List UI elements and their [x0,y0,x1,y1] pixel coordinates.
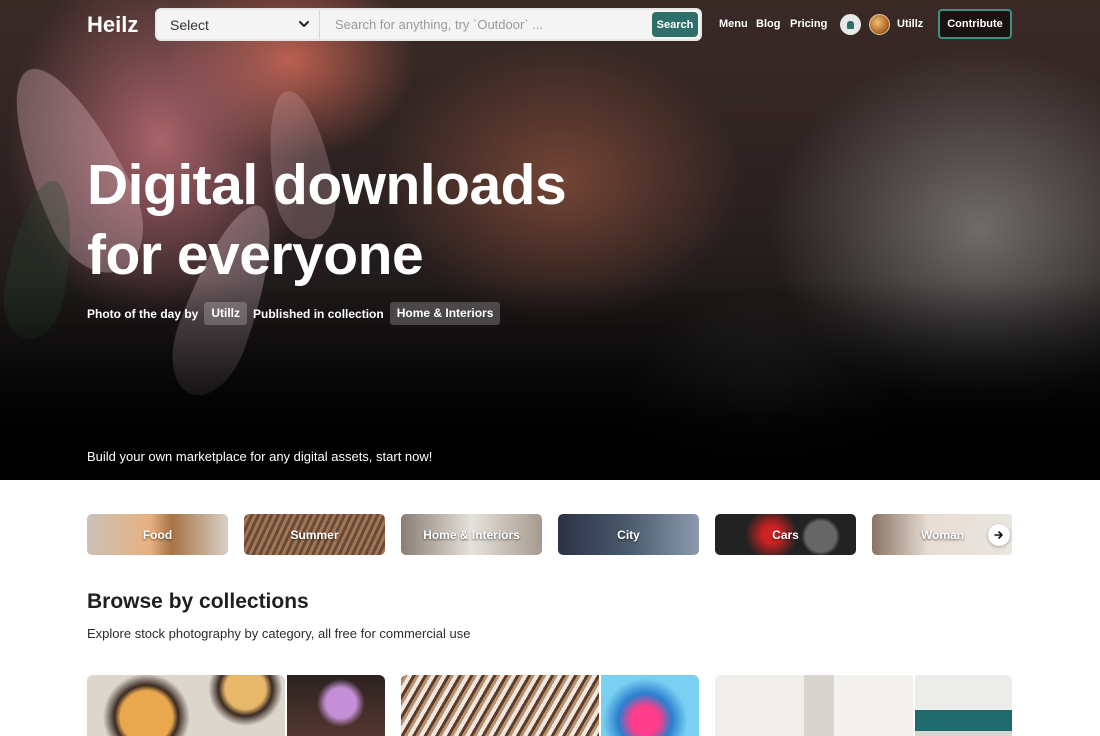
bell-icon[interactable] [840,14,861,35]
photo-of-day-credit: Photo of the day by Utillz Published in … [87,302,506,325]
collection-thumbnail[interactable] [87,675,285,736]
chevron-down-icon [299,21,309,27]
nav-link-blog[interactable]: Blog [756,18,780,30]
browse-collections-title: Browse by collections [87,590,309,613]
collection-thumbnail[interactable] [287,675,385,736]
hero-headline: Digital downloads for everyone [87,150,647,290]
category-card-food[interactable]: Food [87,514,228,555]
carousel-next-button[interactable] [988,524,1010,546]
category-card-city[interactable]: City [558,514,699,555]
category-select-label: Select [170,17,209,33]
category-label: Summer [290,527,339,542]
collection-thumbnail[interactable] [715,675,913,736]
category-select[interactable]: Select [157,10,320,39]
top-navbar: Heilz Select Search Menu Blog Pricing Ut… [0,0,1100,50]
hero-headline-line2: for everyone [87,223,424,287]
credit-prefix: Photo of the day by [87,306,199,321]
category-card-cars[interactable]: Cars [715,514,856,555]
credit-author-link[interactable]: Utillz [204,302,248,325]
category-label: City [617,527,640,542]
category-label: Cars [772,527,799,542]
category-label: Food [142,527,173,542]
hero-tagline: Build your own marketplace for any digit… [87,449,433,464]
collection-thumbnail[interactable] [601,675,699,736]
hero-headline-line1: Digital downloads [87,153,567,217]
contribute-button[interactable]: Contribute [938,9,1012,39]
category-carousel: Food Summer Home & Interiors City Cars W… [87,514,1012,556]
nav-link-menu[interactable]: Menu [719,18,748,30]
credit-middle: Published in collection [253,306,384,321]
search-bar: Select Search [155,8,702,41]
nav-link-pricing[interactable]: Pricing [790,18,827,30]
collection-thumbnail[interactable] [401,675,599,736]
category-label: Home & Interiors [423,527,520,542]
bell-glyph [847,20,854,29]
search-input[interactable] [321,10,641,39]
browse-collections-subtitle: Explore stock photography by category, a… [87,626,471,641]
category-card-home-interiors[interactable]: Home & Interiors [401,514,542,555]
credit-collection-link[interactable]: Home & Interiors [389,302,501,325]
avatar[interactable] [869,14,890,35]
user-name[interactable]: Utillz [897,18,923,30]
arrow-right-icon [994,531,1003,539]
category-card-summer[interactable]: Summer [244,514,385,555]
site-logo[interactable]: Heilz [87,12,138,38]
category-label: Woman [920,527,965,542]
search-button[interactable]: Search [652,12,698,37]
collection-thumbnail[interactable] [915,675,1012,736]
